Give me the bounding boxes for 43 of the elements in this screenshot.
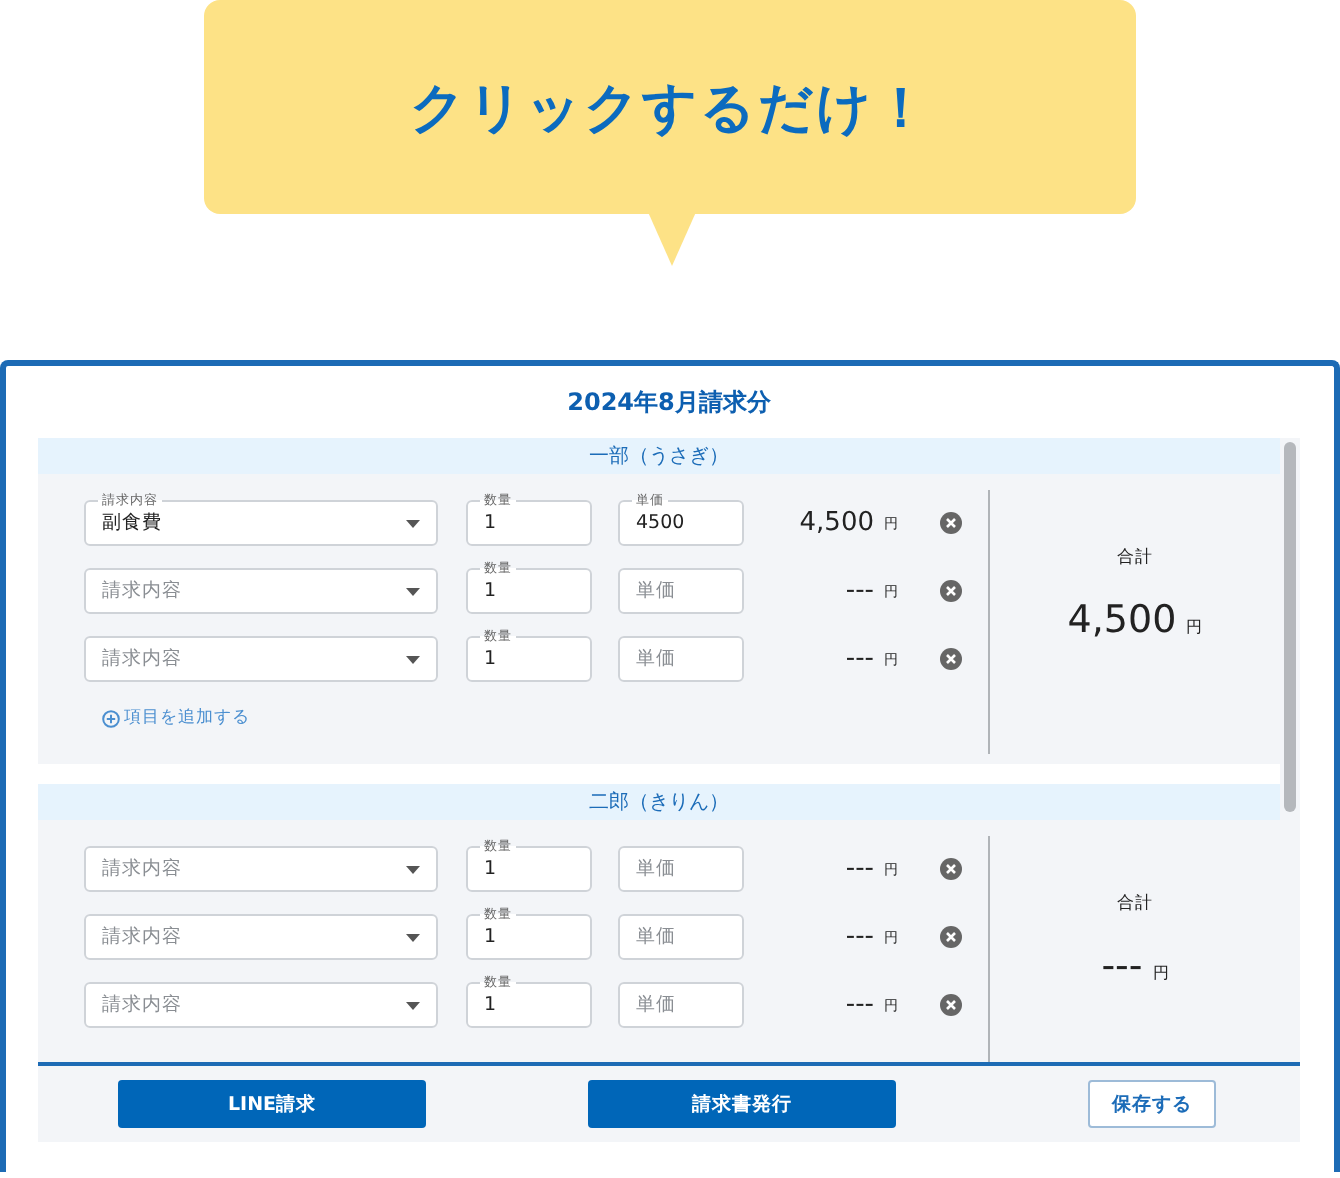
item-select[interactable]: 請求内容 [84, 914, 438, 960]
price-field[interactable]: 単価 [618, 914, 744, 960]
amount-value: --- [845, 644, 874, 674]
amount-value: --- [845, 990, 874, 1020]
action-button[interactable]: 請求書発行 [588, 1080, 896, 1128]
caret-icon [406, 587, 420, 595]
item-select[interactable]: 請求内容 [84, 846, 438, 892]
scrollbar[interactable] [1284, 442, 1296, 812]
total-value: 4,500 [1067, 598, 1177, 642]
remove-icon[interactable] [940, 858, 962, 880]
amount-value: --- [845, 922, 874, 952]
caret-icon [406, 933, 420, 941]
section-header: 一部（うさぎ） [38, 438, 1280, 474]
remove-icon[interactable] [940, 648, 962, 670]
caret-icon [406, 865, 420, 873]
price-field[interactable]: 単価 [618, 568, 744, 614]
amount-value: 4,500 [799, 508, 874, 538]
currency-unit: 円 [1152, 962, 1169, 984]
plus-circle-icon [102, 709, 120, 727]
caret-icon [406, 519, 420, 527]
window-title: 2024年8月請求分 [565, 385, 773, 419]
bubble-text: クリックするだけ！ [410, 75, 930, 143]
remove-icon[interactable] [940, 926, 962, 948]
remove-icon[interactable] [940, 994, 962, 1016]
price-field[interactable]: 単価 [618, 982, 744, 1028]
item-select[interactable]: 請求内容 [84, 636, 438, 682]
total-value: --- [1101, 944, 1143, 988]
item-select[interactable]: 請求内容 [84, 982, 438, 1028]
price-field[interactable]: 単価 [618, 846, 744, 892]
total-label: 合計 [1117, 892, 1153, 916]
remove-icon[interactable] [940, 512, 962, 534]
item-select[interactable]: 請求内容 [84, 568, 438, 614]
action-button[interactable]: LINE請求 [118, 1080, 426, 1128]
total-label: 合計 [1117, 546, 1153, 570]
caret-icon [406, 1001, 420, 1009]
price-field[interactable]: 単価 [618, 636, 744, 682]
amount-value: --- [845, 854, 874, 884]
section-header: 二郎（きりん） [38, 784, 1280, 820]
amount-value: --- [845, 576, 874, 606]
save-button[interactable]: 保存する [1088, 1080, 1216, 1128]
currency-unit: 円 [1186, 616, 1203, 638]
remove-icon[interactable] [940, 580, 962, 602]
caret-icon [406, 655, 420, 663]
